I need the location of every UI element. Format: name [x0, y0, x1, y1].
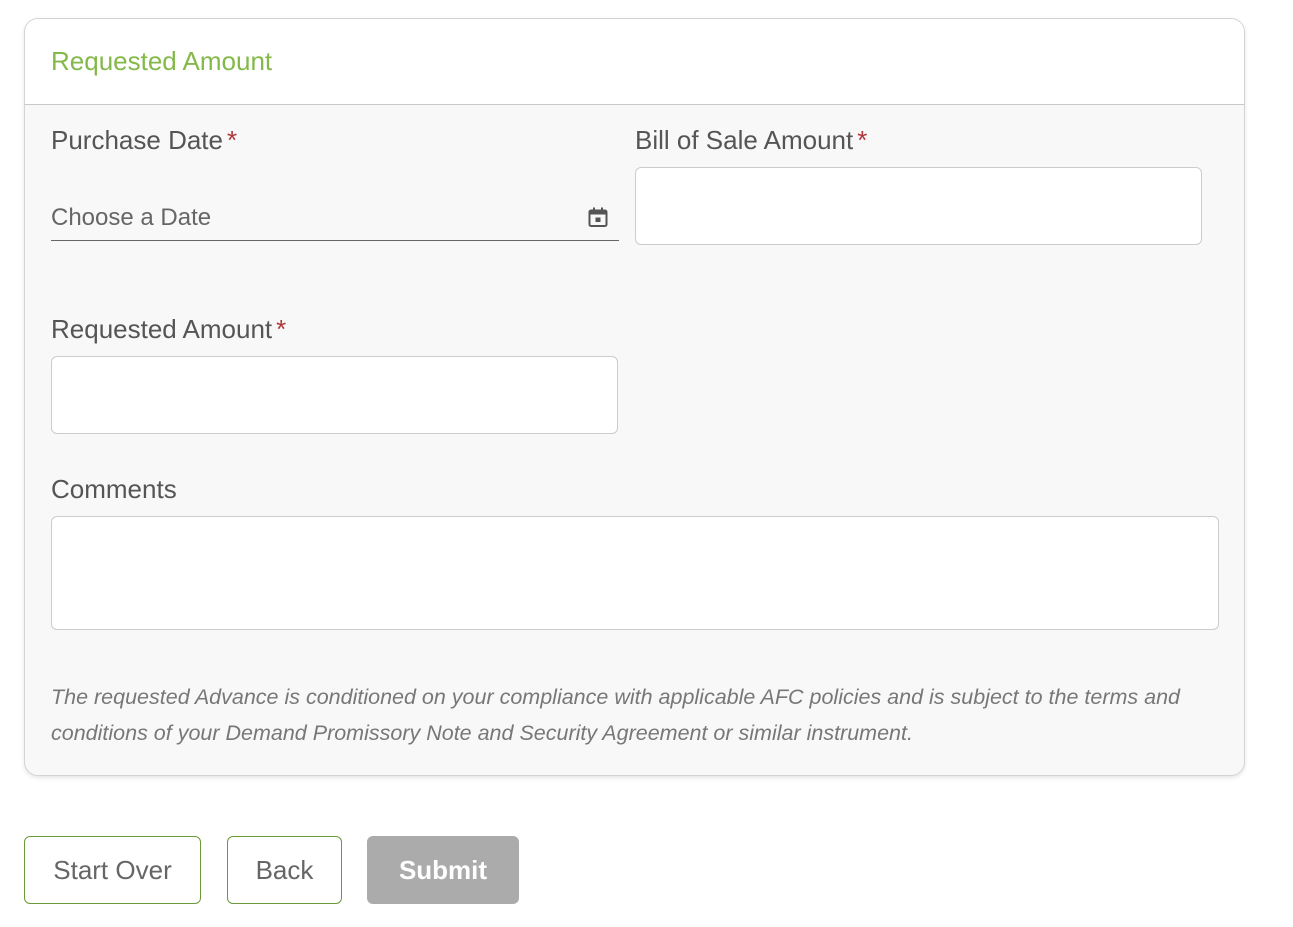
requested-amount-card: Requested Amount Purchase Date * Choose a… — [24, 18, 1245, 776]
calendar-icon[interactable] — [587, 207, 609, 229]
submit-button[interactable]: Submit — [367, 836, 519, 904]
required-marker: * — [276, 314, 287, 344]
bill-of-sale-amount-label-text: Bill of Sale Amount — [635, 125, 854, 155]
start-over-button[interactable]: Start Over — [24, 836, 201, 904]
bill-of-sale-amount-label: Bill of Sale Amount * — [635, 125, 867, 156]
required-marker: * — [857, 125, 868, 155]
card-header: Requested Amount — [25, 19, 1244, 105]
requested-amount-label: Requested Amount * — [51, 314, 286, 345]
purchase-date-label: Purchase Date * — [51, 125, 237, 156]
card-title: Requested Amount — [51, 46, 273, 76]
disclaimer-text: The requested Advance is conditioned on … — [51, 685, 1180, 745]
requested-amount-label-text: Requested Amount — [51, 314, 273, 344]
requested-amount-input[interactable] — [51, 356, 618, 434]
purchase-date-label-text: Purchase Date — [51, 125, 223, 155]
purchase-date-placeholder: Choose a Date — [51, 203, 212, 231]
back-button[interactable]: Back — [227, 836, 342, 904]
purchase-date-picker[interactable]: Choose a Date — [51, 195, 619, 241]
bill-of-sale-amount-input[interactable] — [635, 167, 1202, 245]
comments-label-text: Comments — [51, 474, 177, 504]
required-marker: * — [226, 125, 238, 155]
comments-label: Comments — [51, 474, 177, 505]
comments-textarea[interactable] — [51, 516, 1219, 630]
page: Requested Amount Purchase Date * Choose a… — [0, 0, 1293, 927]
